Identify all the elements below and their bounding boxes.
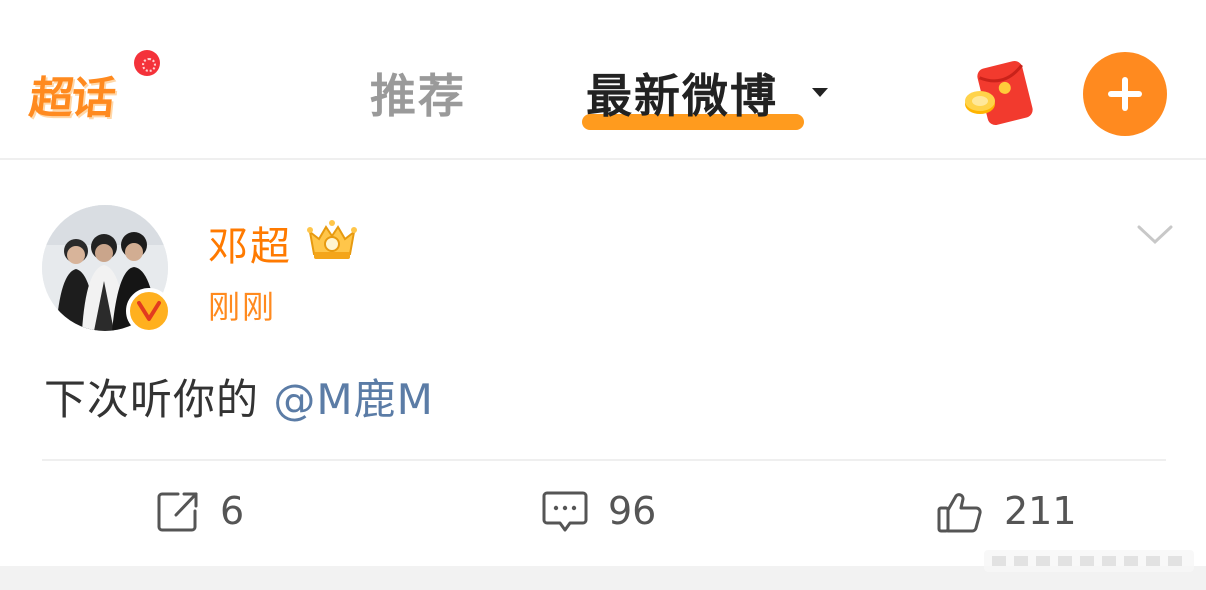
post-text: 下次听你的 @M鹿M <box>44 366 434 427</box>
verified-icon <box>126 288 172 334</box>
like-count: 211 <box>1004 489 1077 533</box>
top-nav-bar: 超话 推荐 最新微博 <box>0 0 1206 158</box>
notification-dot <box>134 50 160 76</box>
action-divider <box>42 459 1166 461</box>
chaohua-logo[interactable]: 超话 <box>26 50 160 128</box>
chevron-down-icon[interactable] <box>1136 224 1174 246</box>
like-icon <box>937 493 982 533</box>
repost-button[interactable]: 6 <box>156 486 244 536</box>
tab-recommend-label: 推荐 <box>370 69 466 123</box>
nav-divider <box>0 158 1206 160</box>
author-name[interactable]: 邓超 <box>208 214 292 272</box>
comment-count: 96 <box>608 489 657 533</box>
plus-icon <box>1108 77 1142 111</box>
tab-latest-weibo[interactable]: 最新微博 <box>586 60 778 126</box>
watermark-graphic <box>984 548 1194 574</box>
add-button[interactable] <box>1083 52 1167 136</box>
post-time: 刚刚 <box>208 288 277 326</box>
tab-latest-weibo-label: 最新微博 <box>586 69 778 123</box>
vip-crown-icon[interactable] <box>304 216 360 262</box>
repost-count: 6 <box>220 489 245 533</box>
tab-recommend[interactable]: 推荐 <box>370 60 466 126</box>
caret-down-icon[interactable] <box>812 88 828 97</box>
mention-link[interactable]: @M鹿M <box>273 375 433 424</box>
comment-icon <box>542 491 588 532</box>
repost-icon <box>157 492 198 532</box>
comment-button[interactable]: 96 <box>542 486 656 536</box>
like-button[interactable]: 211 <box>936 486 1077 536</box>
post-text-body: 下次听你的 <box>44 375 274 424</box>
red-packet-icon[interactable] <box>960 58 1038 130</box>
chaohua-logo-text: 超话 <box>26 73 117 124</box>
